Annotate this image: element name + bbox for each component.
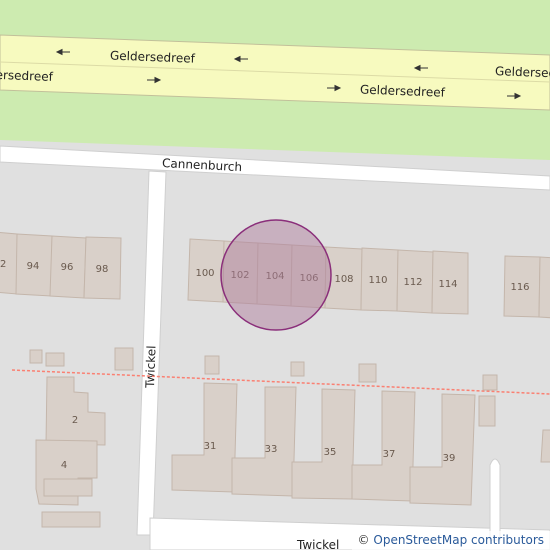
house-number: 116 xyxy=(510,282,529,293)
house-number: 112 xyxy=(403,277,422,288)
house-number: 100 xyxy=(195,268,214,279)
house-number: 35 xyxy=(324,447,337,458)
house-number: 4 xyxy=(61,460,67,471)
road-label-twickel: Twickel xyxy=(143,345,159,389)
house-number: 33 xyxy=(265,444,278,455)
map-attribution: © OpenStreetMap contributors xyxy=(351,531,550,550)
map-canvas[interactable]: Geldersedreef Geldersedreef Geldersedree… xyxy=(0,0,550,550)
house-number: 37 xyxy=(383,449,396,460)
road-label-geldersedreef: Geldersedreef xyxy=(0,67,54,84)
house-number: 114 xyxy=(438,279,457,290)
house-number: 94 xyxy=(27,261,40,272)
location-marker-circle[interactable] xyxy=(220,219,332,331)
osm-contributors-link[interactable]: OpenStreetMap contributors xyxy=(373,533,544,547)
house-number: 110 xyxy=(368,275,387,286)
house-number: 39 xyxy=(443,453,456,464)
map-view[interactable]: Geldersedreef Geldersedreef Geldersedree… xyxy=(0,0,550,550)
house-number: 92 xyxy=(0,259,6,270)
house-number: 31 xyxy=(204,441,217,452)
house-number: 96 xyxy=(61,262,74,273)
copyright-symbol: © xyxy=(357,533,370,547)
road-label-twickel: Twickel xyxy=(296,538,339,550)
house-number: 98 xyxy=(96,264,109,275)
driveway xyxy=(489,458,501,541)
house-number: 2 xyxy=(72,415,78,426)
house-number: 108 xyxy=(334,274,353,285)
